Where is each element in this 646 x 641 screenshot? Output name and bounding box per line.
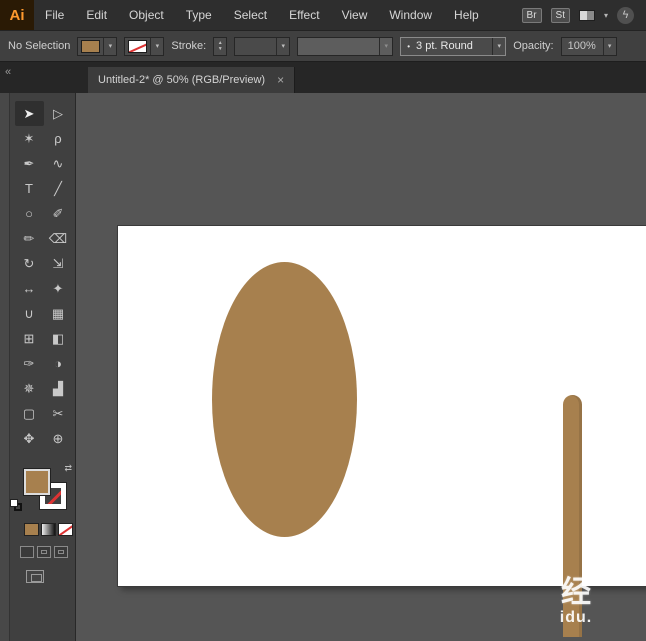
none-button[interactable] [58, 523, 73, 536]
close-icon[interactable]: × [277, 73, 284, 87]
screen-mode-button[interactable] [26, 570, 44, 583]
stock-button[interactable]: St [551, 8, 570, 23]
blend-tool[interactable]: ◑ [44, 351, 73, 376]
width-profile-dropdown[interactable]: ▾ [297, 37, 393, 56]
fill-color-swatch[interactable] [81, 40, 100, 53]
shape-builder-tool[interactable]: ∪ [15, 301, 44, 326]
chevron-down-icon[interactable]: ▾ [150, 38, 163, 55]
document-tab-title: Untitled-2* @ 50% (RGB/Preview) [98, 74, 265, 86]
stroke-none-swatch[interactable] [128, 40, 147, 53]
paintbrush-tool[interactable]: ✐ [44, 201, 73, 226]
hand-tool[interactable]: ✥ [15, 426, 44, 451]
brush-preview-icon: • [401, 42, 410, 51]
dock-strip[interactable] [0, 93, 10, 641]
bridge-button[interactable]: Br [522, 8, 542, 23]
zoom-tool[interactable]: ⊕ [44, 426, 73, 451]
opacity-value: 100% [562, 40, 603, 52]
line-segment-tool[interactable]: ╱ [44, 176, 73, 201]
brown-stick-shape[interactable] [563, 395, 582, 637]
default-fill-stroke-icon[interactable] [10, 499, 24, 513]
free-transform-tool[interactable]: ✦ [44, 276, 73, 301]
canvas-area[interactable]: 经 idu. [76, 93, 646, 641]
rotate-tool[interactable]: ↻ [15, 251, 44, 276]
menu-window[interactable]: Window [378, 0, 443, 30]
opacity-dropdown[interactable]: 100% ▾ [561, 37, 617, 56]
column-graph-tool[interactable]: ▟ [44, 376, 73, 401]
swap-fill-stroke-icon[interactable]: ⇄ [64, 463, 72, 474]
illustrator-window: Ai File Edit Object Type Select Effect V… [0, 0, 646, 641]
symbol-sprayer-tool[interactable]: ✵ [15, 376, 44, 401]
menu-select[interactable]: Select [223, 0, 278, 30]
lasso-tool[interactable]: ρ [44, 126, 73, 151]
slice-tool[interactable]: ✂ [44, 401, 73, 426]
menu-object[interactable]: Object [118, 0, 175, 30]
menu-type[interactable]: Type [175, 0, 223, 30]
control-bar: No Selection ▾ ▾ Stroke: ▲ ▼ ▾ ▾ • 3 pt.… [0, 30, 646, 62]
stepper-down-icon[interactable]: ▼ [218, 46, 223, 52]
chevron-down-icon[interactable]: ▾ [379, 38, 392, 55]
stroke-label: Stroke: [171, 40, 206, 52]
width-tool[interactable]: ↔ [15, 276, 44, 301]
menu-effect[interactable]: Effect [278, 0, 330, 30]
color-button[interactable] [24, 523, 39, 536]
ellipse-tool[interactable]: ○ [15, 201, 44, 226]
fill-color-control[interactable]: ▾ [77, 37, 117, 56]
pen-tool[interactable]: ✒ [15, 151, 44, 176]
brush-definition-value: 3 pt. Round [410, 40, 492, 52]
gradient-tool[interactable]: ◧ [44, 326, 73, 351]
menu-bar: Ai File Edit Object Type Select Effect V… [0, 0, 646, 30]
artboard-tool[interactable]: ▢ [15, 401, 44, 426]
document-tab-bar: « Untitled-2* @ 50% (RGB/Preview) × [0, 62, 646, 93]
fill-indicator[interactable] [24, 469, 50, 495]
stroke-weight-stepper[interactable]: ▲ ▼ [213, 37, 227, 56]
chevron-down-icon[interactable]: ▾ [604, 11, 608, 20]
draw-normal-icon[interactable] [20, 546, 34, 558]
pencil-tool[interactable]: ✏ [15, 226, 44, 251]
document-tab[interactable]: Untitled-2* @ 50% (RGB/Preview) × [88, 67, 295, 93]
tools-grid: ➤ ▷ ✶ ρ ✒ ∿ T ╱ ○ ✐ ✏ ⌫ ↻ ⇲ ↔ ✦ ∪ ▦ ⊞ ◧ [12, 101, 75, 451]
scale-tool[interactable]: ⇲ [44, 251, 73, 276]
eyedropper-tool[interactable]: ✑ [15, 351, 44, 376]
paint-mode-buttons [24, 523, 75, 536]
tools-panel: ➤ ▷ ✶ ρ ✒ ∿ T ╱ ○ ✐ ✏ ⌫ ↻ ⇲ ↔ ✦ ∪ ▦ ⊞ ◧ [0, 93, 76, 641]
gradient-button[interactable] [41, 523, 56, 536]
stroke-weight-dropdown[interactable]: ▾ [234, 37, 290, 56]
collapse-panels-icon[interactable]: « [5, 66, 11, 78]
menu-edit[interactable]: Edit [75, 0, 118, 30]
chevron-down-icon[interactable]: ▾ [103, 38, 116, 55]
draw-behind-icon[interactable] [37, 546, 51, 558]
chevron-down-icon[interactable]: ▾ [492, 38, 505, 55]
chevron-down-icon[interactable]: ▾ [276, 38, 289, 55]
perspective-grid-tool[interactable]: ▦ [44, 301, 73, 326]
sync-status-icon[interactable]: ϟ [617, 7, 634, 24]
menu-help[interactable]: Help [443, 0, 490, 30]
magic-wand-tool[interactable]: ✶ [15, 126, 44, 151]
menu-view[interactable]: View [331, 0, 379, 30]
drawing-mode-buttons [20, 546, 75, 558]
opacity-label: Opacity: [513, 40, 553, 52]
brush-definition-dropdown[interactable]: • 3 pt. Round ▾ [400, 37, 506, 56]
panel-dock-header: « [0, 62, 88, 93]
type-tool[interactable]: T [15, 176, 44, 201]
draw-inside-icon[interactable] [54, 546, 68, 558]
eraser-tool[interactable]: ⌫ [44, 226, 73, 251]
selection-tool[interactable]: ➤ [15, 101, 44, 126]
menu-file[interactable]: File [34, 0, 75, 30]
stroke-color-control[interactable]: ▾ [124, 37, 164, 56]
chevron-down-icon[interactable]: ▾ [603, 38, 616, 55]
direct-selection-tool[interactable]: ▷ [44, 101, 73, 126]
brown-ellipse-shape[interactable] [212, 262, 357, 537]
curvature-tool[interactable]: ∿ [44, 151, 73, 176]
mesh-tool[interactable]: ⊞ [15, 326, 44, 351]
selection-status-label: No Selection [8, 40, 70, 52]
workspace-switcher-icon[interactable] [579, 10, 595, 21]
app-logo: Ai [0, 0, 34, 30]
fill-stroke-indicator: ⇄ [24, 463, 70, 509]
